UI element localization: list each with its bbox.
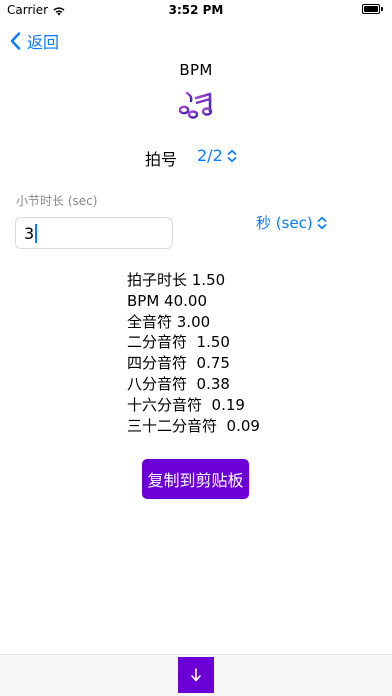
result-half-note: 二分音符 1.50: [127, 333, 230, 352]
result-bpm: BPM 40.00: [127, 291, 207, 310]
results-list: 拍子时长 1.50 BPM 40.00 全音符 3.00 二分音符 1.50 四…: [127, 270, 327, 436]
time-signature-select[interactable]: 2/2: [197, 146, 237, 165]
measure-duration-value: 3: [24, 223, 35, 243]
result-beat-duration: 拍子时长 1.50: [127, 271, 226, 289]
copy-to-clipboard-button[interactable]: 复制到剪贴板: [142, 459, 249, 499]
music-notes-icon: [179, 91, 213, 119]
scroll-down-button[interactable]: [178, 657, 214, 693]
copy-button-label: 复制到剪贴板: [147, 471, 244, 490]
measure-duration-input[interactable]: 3: [15, 217, 173, 249]
result-quarter-note: 四分音符 0.75: [127, 354, 230, 373]
measure-duration-label: 小节时长 (sec): [16, 194, 98, 208]
arrow-down-icon: [191, 668, 201, 682]
page-title: BPM: [179, 61, 213, 79]
chevron-left-icon: [10, 32, 21, 50]
chevron-up-down-icon: [227, 149, 237, 162]
text-cursor: [35, 223, 38, 243]
time-signature-value: 2/2: [197, 146, 223, 165]
back-button[interactable]: 返回: [10, 30, 59, 52]
unit-select[interactable]: 秒 (sec): [256, 212, 327, 233]
result-eighth-note: 八分音符 0.38: [127, 374, 230, 393]
back-label: 返回: [27, 33, 60, 52]
result-whole-note: 全音符 3.00: [127, 312, 211, 331]
result-sixteenth-note: 十六分音符 0.19: [127, 395, 245, 414]
time-signature-label: 拍号: [145, 150, 178, 169]
battery-icon: [362, 4, 384, 16]
unit-value: 秒 (sec): [256, 214, 313, 232]
chevron-up-down-icon: [317, 216, 327, 229]
status-time: 3:52 PM: [168, 3, 224, 17]
status-bar: Carrier 3:52 PM: [0, 0, 392, 22]
result-thirty-second-note: 三十二分音符 0.09: [127, 416, 260, 435]
